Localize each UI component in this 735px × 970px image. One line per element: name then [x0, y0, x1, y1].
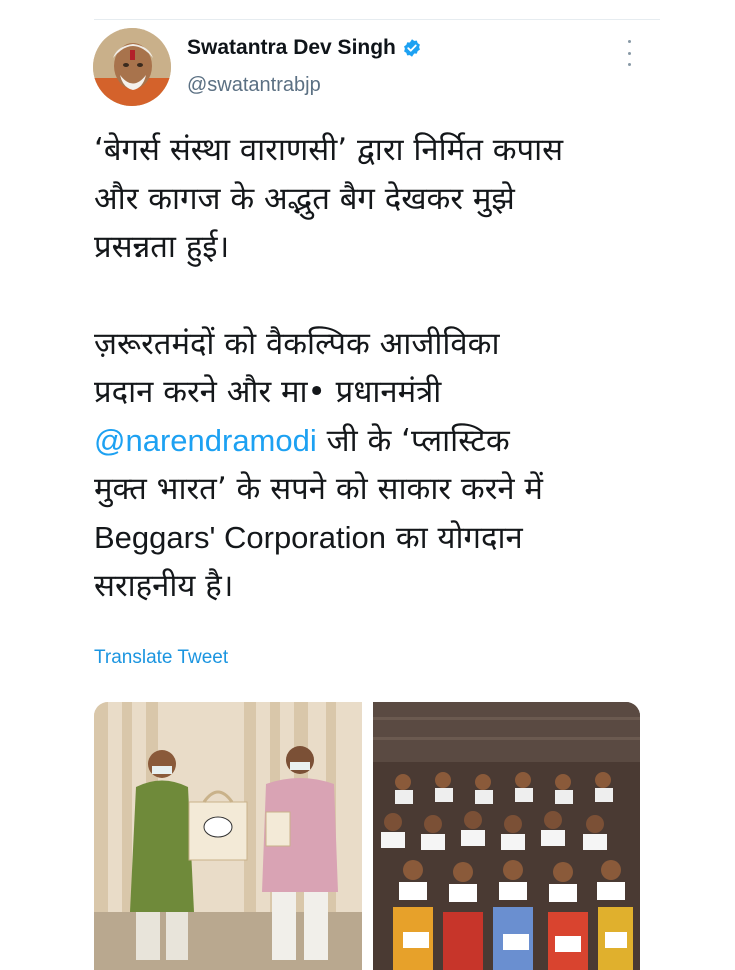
- mention-link[interactable]: @narendramodi: [94, 423, 317, 458]
- header-divider: [94, 19, 660, 20]
- tweet-line: ज़रूरतमंदों को वैकल्पिक आजीविका: [94, 325, 500, 362]
- tweet-line: सराहनीय है।: [94, 568, 234, 604]
- tweet-line-rest: जी के ‘प्लास्टिक: [316, 422, 510, 459]
- author-name[interactable]: Swatantra Dev Singh: [187, 36, 396, 60]
- avatar-photo-icon: [93, 28, 171, 106]
- tweet-line: Beggars' Corporation का योगदान: [94, 514, 654, 563]
- brand-name: Beggars' Corporation: [94, 519, 386, 555]
- verified-badge-icon: [403, 39, 420, 57]
- tweet-line: प्रसन्नता हुई।: [94, 229, 230, 265]
- tweet-line-rest: का योगदान: [385, 519, 523, 556]
- tweet-line: मुक्त भारत’ के सपने को साकार करने में: [94, 471, 543, 507]
- author-handle[interactable]: @swatantrabjp: [187, 74, 321, 97]
- tweet-line: ‘बेगर्स संस्था वाराणसी’ द्वारा निर्मित क…: [94, 132, 564, 168]
- photo-group-icon: [373, 702, 640, 970]
- media-photo-right[interactable]: [373, 702, 640, 970]
- author-name-row[interactable]: Swatantra Dev Singh: [187, 36, 422, 60]
- media-photo-left[interactable]: [94, 702, 362, 970]
- photo-two-men-icon: [94, 702, 362, 970]
- tweet-text: ‘बेगर्स संस्था वाराणसी’ द्वारा निर्मित क…: [94, 126, 654, 611]
- tweet-line: @narendramodi जी के ‘प्लास्टिक: [94, 417, 654, 466]
- more-options-icon[interactable]: [620, 38, 638, 68]
- tweet-line: प्रदान करने और मा• प्रधानमंत्री: [94, 374, 442, 410]
- translate-tweet-link[interactable]: Translate Tweet: [94, 647, 228, 669]
- tweet-line: और कागज के अद्भुत बैग देखकर मुझे: [94, 180, 515, 217]
- author-avatar[interactable]: [93, 28, 171, 106]
